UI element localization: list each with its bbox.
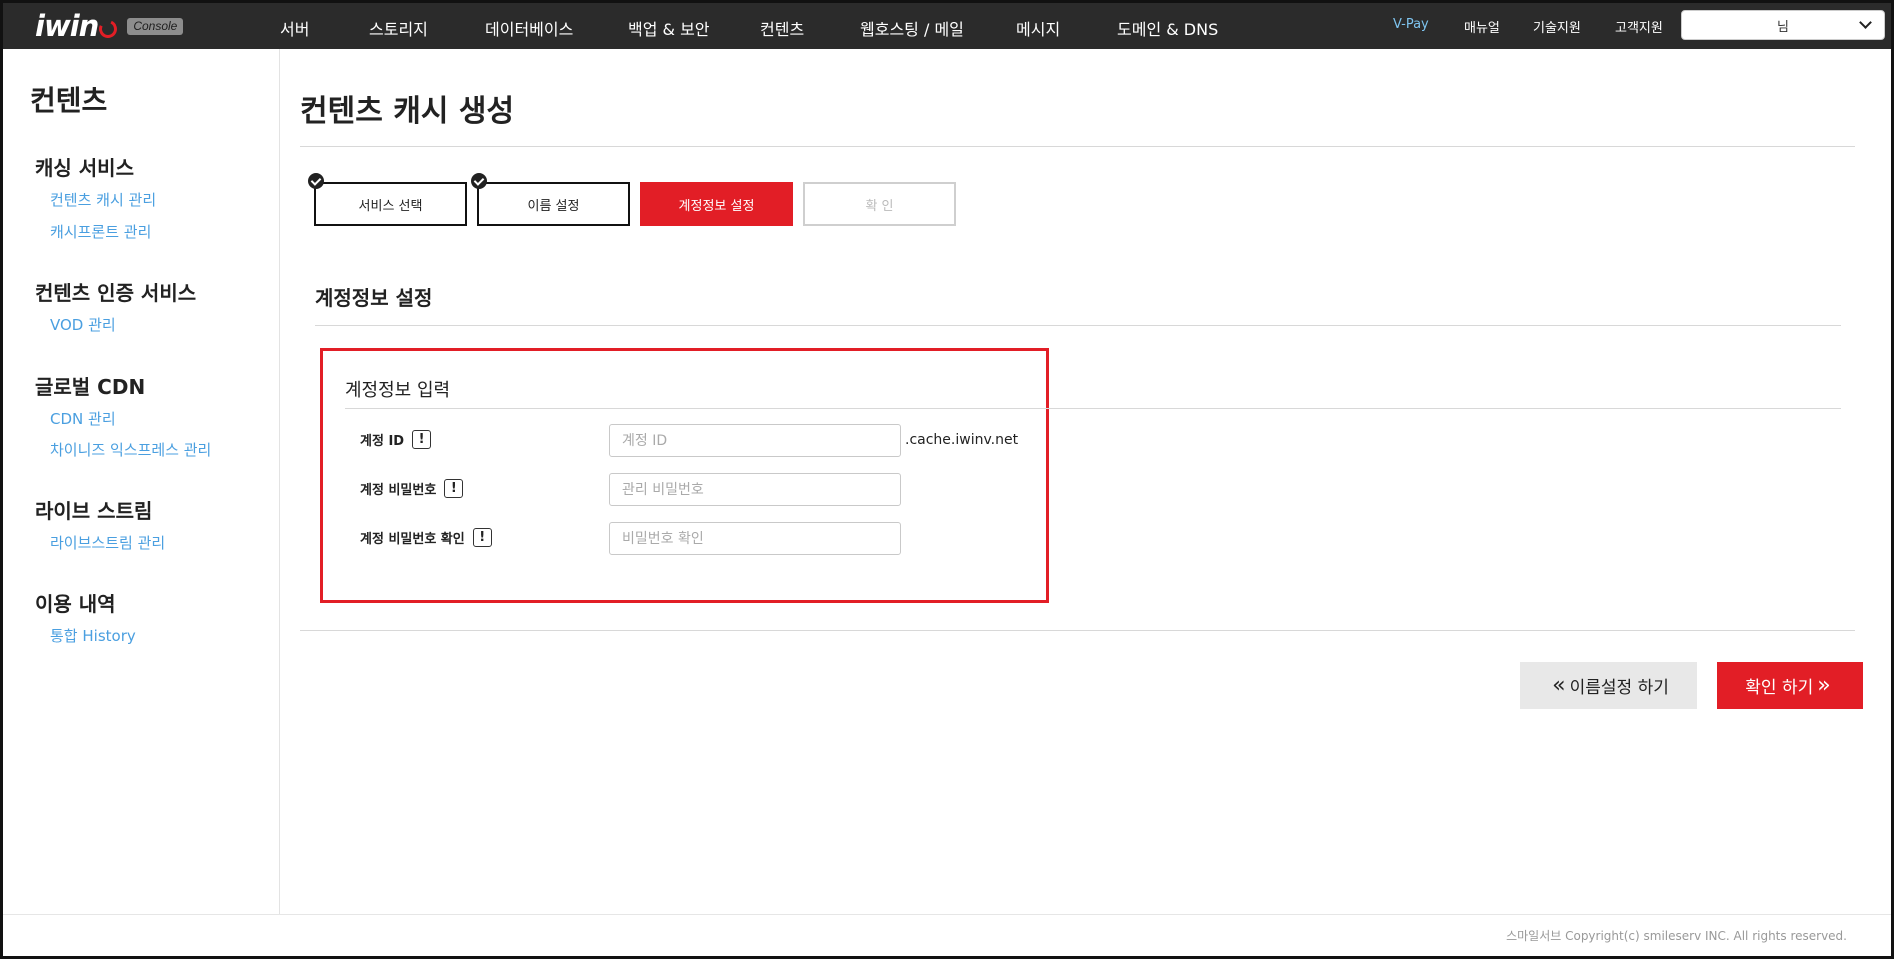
link-tech-support[interactable]: 기술지원 (1533, 17, 1581, 36)
account-password-label-text: 계정 비밀번호 (360, 483, 437, 498)
confirm-label: 확인 하기 (1745, 678, 1814, 698)
sidebar-group-caching: 캐싱 서비스 (35, 156, 134, 180)
user-account-dropdown[interactable]: 님 (1681, 10, 1885, 40)
check-icon (471, 173, 487, 189)
sidebar-title: 컨텐츠 (30, 84, 108, 117)
nav-contents[interactable]: 컨텐츠 (760, 16, 804, 40)
logo[interactable]: iwin Console (35, 9, 184, 43)
account-password-confirm-label: 계정 비밀번호 확인 ! (360, 528, 492, 547)
sidebar-link-vod[interactable]: VOD 관리 (50, 314, 116, 335)
copyright: 스마일서브 Copyright(c) smileserv INC. All ri… (1506, 929, 1847, 943)
step-name-setting[interactable]: 이름 설정 (477, 182, 630, 226)
link-vpay[interactable]: V-Pay (1393, 17, 1429, 32)
title-divider (300, 146, 1855, 147)
section-title: 계정정보 설정 (315, 286, 433, 310)
form-title: 계정정보 입력 (345, 380, 451, 401)
sidebar: 컨텐츠 캐싱 서비스 컨텐츠 캐시 관리 캐시프론트 관리 컨텐츠 인증 서비스… (3, 49, 280, 914)
account-id-label: 계정 ID ! (360, 430, 432, 449)
logo-smile-icon (96, 17, 120, 41)
sidebar-link-content-cache[interactable]: 컨텐츠 캐시 관리 (50, 189, 156, 210)
nav-server[interactable]: 서버 (280, 16, 309, 40)
account-password-confirm-label-text: 계정 비밀번호 확인 (360, 532, 465, 547)
nav-backup-security[interactable]: 백업 & 보안 (628, 16, 710, 40)
prev-step-label: 이름설정 하기 (1569, 678, 1669, 698)
account-id-suffix: .cache.iwinv.net (905, 432, 1019, 448)
console-badge: Console (127, 17, 184, 35)
sidebar-link-history[interactable]: 통합 History (50, 625, 136, 646)
sidebar-link-cdn[interactable]: CDN 관리 (50, 408, 116, 429)
link-customer-support[interactable]: 고객지원 (1615, 17, 1663, 36)
prev-step-button[interactable]: « 이름설정 하기 (1520, 662, 1697, 709)
step-confirm: 확 인 (803, 182, 956, 226)
sidebar-group-usage: 이용 내역 (35, 592, 116, 616)
nav-database[interactable]: 데이터베이스 (485, 16, 573, 40)
top-navigation-bar: iwin Console 서버 스토리지 데이터베이스 백업 & 보안 컨텐츠 … (3, 3, 1891, 49)
sidebar-group-global-cdn: 글로벌 CDN (35, 375, 146, 399)
nav-webhosting-mail[interactable]: 웹호스팅 / 메일 (860, 16, 964, 40)
info-icon[interactable]: ! (472, 528, 492, 547)
sidebar-link-chinese-express[interactable]: 차이니즈 익스프레스 관리 (50, 439, 211, 460)
nav-message[interactable]: 메시지 (1016, 16, 1060, 40)
info-icon[interactable]: ! (412, 430, 432, 449)
chevron-down-icon (1859, 16, 1872, 29)
account-password-confirm-input[interactable] (609, 522, 901, 555)
double-chevron-right-icon: » (1817, 672, 1831, 698)
info-icon[interactable]: ! (444, 479, 464, 498)
check-icon (308, 173, 324, 189)
sidebar-link-cachefront[interactable]: 캐시프론트 관리 (50, 221, 151, 242)
nav-domain-dns[interactable]: 도메인 & DNS (1117, 16, 1218, 40)
bottom-divider (300, 630, 1855, 631)
section-divider (315, 325, 1841, 326)
account-id-input[interactable] (609, 424, 901, 457)
step-account-setting[interactable]: 계정정보 설정 (640, 182, 793, 226)
sidebar-link-live-stream[interactable]: 라이브스트림 관리 (50, 532, 165, 553)
sidebar-group-live-stream: 라이브 스트림 (35, 499, 153, 523)
account-password-input[interactable] (609, 473, 901, 506)
footer: 스마일서브 Copyright(c) smileserv INC. All ri… (3, 914, 1891, 956)
account-password-label: 계정 비밀번호 ! (360, 479, 464, 498)
double-chevron-left-icon: « (1552, 672, 1566, 698)
link-manual[interactable]: 매뉴얼 (1464, 17, 1500, 36)
nav-storage[interactable]: 스토리지 (369, 16, 428, 40)
account-id-label-text: 계정 ID (360, 434, 405, 449)
confirm-button[interactable]: 확인 하기 » (1717, 662, 1863, 709)
user-name: 님 (1777, 19, 1789, 35)
page-title: 컨텐츠 캐시 생성 (300, 94, 515, 129)
step-service-select[interactable]: 서비스 선택 (314, 182, 467, 226)
sidebar-group-auth: 컨텐츠 인증 서비스 (35, 281, 197, 305)
form-divider (345, 408, 1841, 409)
logo-text: iwin (35, 9, 99, 43)
